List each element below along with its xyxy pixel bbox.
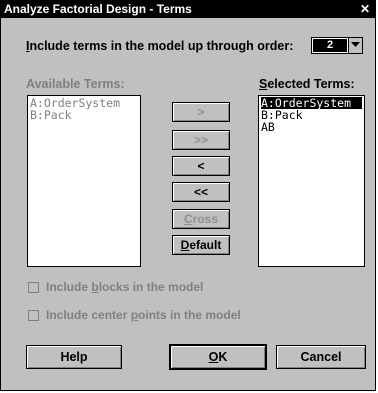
ok-button[interactable]: OK: [169, 344, 267, 370]
cross-mnemonic: C: [183, 212, 193, 226]
include-blocks-label: Include blocks in the model: [46, 280, 203, 294]
list-item[interactable]: B:Pack: [261, 109, 362, 121]
help-button[interactable]: Help: [26, 345, 122, 369]
selected-terms-label-text: elected Terms:: [267, 77, 355, 91]
include-center-points-label-start: Include center: [46, 308, 131, 322]
order-label: Include terms in the model up through or…: [26, 39, 293, 53]
list-item[interactable]: AB: [261, 121, 362, 133]
include-center-points-label-end: oints in the model: [138, 308, 241, 322]
close-icon[interactable]: ✕: [358, 1, 372, 18]
selected-terms-list[interactable]: A:OrderSystem B:Pack AB: [258, 95, 365, 267]
cancel-button[interactable]: Cancel: [276, 345, 366, 369]
default-label: efault: [189, 238, 222, 252]
include-center-points-mnemonic: p: [130, 308, 139, 322]
list-item[interactable]: B:Pack: [30, 109, 138, 121]
include-blocks-label-end: locks in the model: [98, 280, 204, 294]
available-terms-mnemonic: A: [26, 77, 35, 91]
ok-mnemonic: O: [208, 350, 219, 364]
add-all-terms-button[interactable]: >>: [172, 130, 230, 150]
cross-button[interactable]: Cross: [172, 209, 230, 229]
available-terms-list[interactable]: A:OrderSystem B:Pack: [27, 95, 141, 267]
title-bar: Analyze Factorial Design - Terms ✕: [1, 1, 375, 18]
available-terms-label: Available Terms:: [26, 77, 125, 91]
order-value: 2: [313, 39, 347, 52]
include-center-points-label: Include center points in the model: [46, 308, 241, 322]
window-title: Analyze Factorial Design - Terms: [4, 2, 192, 16]
analyze-factorial-terms-dialog: Analyze Factorial Design - Terms ✕ Inclu…: [0, 0, 376, 391]
selected-terms-label: Selected Terms:: [259, 77, 355, 91]
include-center-points-checkbox[interactable]: [28, 310, 39, 321]
available-terms-label-text: vailable Terms:: [34, 77, 125, 91]
order-label-text: nclude terms in the model up through ord…: [29, 39, 294, 53]
ok-label: K: [218, 350, 228, 364]
remove-term-button[interactable]: <: [172, 156, 230, 176]
order-dropdown[interactable]: 2: [311, 37, 363, 54]
include-blocks-checkbox[interactable]: [28, 282, 39, 293]
default-button[interactable]: Default: [172, 235, 230, 255]
remove-all-terms-button[interactable]: <<: [172, 182, 230, 202]
cross-label: ross: [192, 212, 219, 226]
add-term-button[interactable]: >: [172, 102, 230, 122]
include-blocks-mnemonic: b: [91, 280, 99, 294]
include-blocks-label-start: Include: [46, 280, 92, 294]
chevron-down-icon[interactable]: [348, 38, 362, 53]
